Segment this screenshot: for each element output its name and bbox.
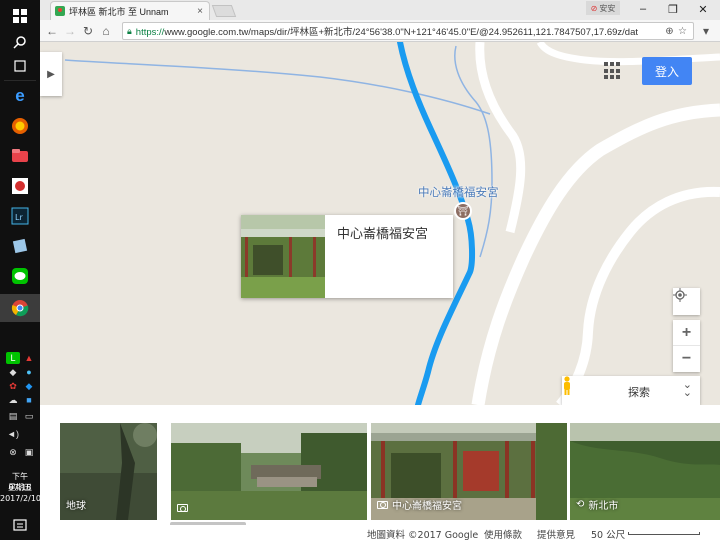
svg-text:Lr: Lr xyxy=(15,213,23,222)
browser-toolbar: ← → ↻ ⌂ 🔒︎ https://www.google.com.tw/map… xyxy=(40,20,720,42)
back-arrow-icon[interactable]: ← xyxy=(44,23,60,39)
google-apps-grid-icon[interactable] xyxy=(604,62,622,80)
my-location-icon xyxy=(673,288,687,302)
onedrive-tray-icon[interactable]: ■ xyxy=(22,394,36,406)
app-face-icon[interactable] xyxy=(8,174,32,198)
address-bar[interactable]: 🔒︎ https://www.google.com.tw/maps/dir/坪林… xyxy=(122,22,694,40)
extension-icon[interactable]: ▾ xyxy=(698,23,714,39)
photo-thumb-earth[interactable]: 地球 xyxy=(60,423,157,520)
chrome-taskbar-icon[interactable] xyxy=(0,294,40,322)
pdf-tray-icon[interactable]: ▲ xyxy=(22,352,36,364)
profile-icon: ⊘ xyxy=(590,3,598,13)
map-data-attribution[interactable]: 地圖資料 ©2017 Google xyxy=(367,527,478,540)
zoom-control: + − xyxy=(673,320,700,372)
explore-label: 探索 xyxy=(628,386,650,399)
place-photo[interactable] xyxy=(241,215,325,298)
title-bar: 坪林區 新北市 至 Unnam × ⊘ 安安 – ❐ ✕ xyxy=(40,0,720,20)
photo-strip: 地球 中心崙橋福安宮 ⟲ 新北市 xyxy=(40,405,720,527)
camera-icon xyxy=(177,504,188,512)
feedback-link[interactable]: 提供意見 xyxy=(537,527,575,540)
terms-link[interactable]: 使用條款 xyxy=(484,527,522,540)
bookmark-star-icon[interactable]: ☆ xyxy=(676,26,689,37)
chrome-window: 坪林區 新北市 至 Unnam × ⊘ 安安 – ❐ ✕ ← → ↻ ⌂ 🔒︎ … xyxy=(40,0,720,540)
url-text[interactable]: https://www.google.com.tw/maps/dir/坪林區+新… xyxy=(136,24,663,38)
360-photo-icon: ⟲ xyxy=(576,499,585,510)
tab-close-icon[interactable]: × xyxy=(195,6,205,17)
lightroom-icon[interactable]: Lr xyxy=(8,204,32,228)
reload-icon[interactable]: ↻ xyxy=(80,23,96,39)
maximize-button[interactable]: ❐ xyxy=(658,0,688,18)
browser-tab[interactable]: 坪林區 新北市 至 Unnam × xyxy=(50,1,210,20)
dropbox-tray-icon[interactable]: ◆ xyxy=(22,380,36,392)
photo-thumb-newtaipei[interactable]: ⟲ 新北市 xyxy=(570,423,720,520)
place-info-card[interactable]: 中心崙橋福安宮 xyxy=(241,215,453,298)
chat-tray-icon[interactable]: ● xyxy=(22,366,36,378)
app-red-folder-icon[interactable] xyxy=(8,144,32,168)
zoom-in-button[interactable]: + xyxy=(673,320,700,346)
profile-button[interactable]: ⊘ 安安 xyxy=(586,1,620,15)
google-maps-favicon-icon xyxy=(55,6,65,16)
photo-thumb-village[interactable] xyxy=(171,423,367,520)
volume-icon[interactable]: ◄) xyxy=(6,428,20,440)
windows-start-icon[interactable] xyxy=(8,4,32,28)
cloud-tray-icon[interactable]: ☁ xyxy=(6,394,20,406)
camera-icon xyxy=(377,500,388,509)
search-icon[interactable] xyxy=(8,30,32,54)
monitor-tray-icon[interactable]: ▭ xyxy=(22,410,36,422)
thumb-label-newtaipei: ⟲ 新北市 xyxy=(576,499,619,512)
home-icon[interactable]: ⌂ xyxy=(98,23,114,39)
clock-date: 2017/2/10 xyxy=(0,494,42,503)
tab-title: 坪林區 新北市 至 Unnam xyxy=(69,6,169,17)
temple-marker-icon[interactable]: ⛩︎ xyxy=(454,202,472,220)
explore-panel[interactable]: 探索 ⌄ ⌄ xyxy=(562,376,700,405)
firefox-icon[interactable] xyxy=(8,114,32,138)
forward-arrow-icon[interactable]: → xyxy=(62,23,78,39)
map-footer: 地圖資料 ©2017 Google 使用條款 提供意見 50 公尺 xyxy=(40,525,720,540)
thumb-label-temple: 中心崙橋福安宮 xyxy=(377,497,462,512)
place-label[interactable]: 中心崙橋福安宮 xyxy=(418,184,499,200)
input-method-icon[interactable]: ▣ xyxy=(22,446,36,458)
app-book-icon[interactable] xyxy=(8,234,32,258)
info-card-title: 中心崙橋福安宮 xyxy=(337,227,429,242)
sign-in-button[interactable]: 登入 xyxy=(642,57,692,85)
photo-thumb-temple[interactable]: 中心崙橋福安宮 xyxy=(371,423,567,520)
close-circle-tray-icon[interactable]: ⊗ xyxy=(6,446,20,458)
map-canvas[interactable]: ▶ 登入 中心崙橋福安宮 ⛩︎ 中心崙橋福安宮 + − 探索 ⌄ ⌄ xyxy=(40,42,720,405)
shield-tray-icon[interactable]: ◆ xyxy=(6,366,20,378)
chevron-down-icon[interactable]: ⌄ ⌄ xyxy=(683,380,692,399)
task-view-icon[interactable] xyxy=(8,54,32,78)
scale-bar xyxy=(628,532,700,535)
network-tray-icon[interactable]: ▤ xyxy=(6,410,20,422)
my-location-button[interactable] xyxy=(673,288,700,315)
lock-icon: 🔒︎ xyxy=(127,25,132,36)
line-tray-icon[interactable]: L xyxy=(6,352,20,364)
edge-browser-icon[interactable]: e xyxy=(8,84,32,108)
new-tab-button[interactable] xyxy=(211,5,237,17)
thumb-label-village xyxy=(177,504,192,512)
zoom-out-button[interactable]: − xyxy=(673,346,700,372)
profile-label: 安安 xyxy=(599,3,616,13)
line-app-icon[interactable] xyxy=(8,264,32,288)
minimize-button[interactable]: – xyxy=(628,0,658,18)
windows-taskbar: e Lr L ▲ ◆ ● ✿ ◆ ☁ ■ ▤ ▭ ◄) ⊗ ▣ 下午 07:18… xyxy=(0,0,42,540)
thumb-label-earth: 地球 xyxy=(66,501,86,512)
scale-label[interactable]: 50 公尺 xyxy=(591,527,625,540)
close-window-button[interactable]: ✕ xyxy=(688,0,718,18)
flower-tray-icon[interactable]: ✿ xyxy=(6,380,20,392)
action-center-icon[interactable] xyxy=(8,513,32,537)
screen: e Lr L ▲ ◆ ● ✿ ◆ ☁ ■ ▤ ▭ ◄) ⊗ ▣ 下午 07:18… xyxy=(0,0,720,540)
zoom-magnifier-icon[interactable]: ⊕ xyxy=(663,26,676,37)
pegman-icon[interactable] xyxy=(562,376,572,396)
clock-weekday: 星期五 xyxy=(8,483,32,492)
taskbar-divider xyxy=(4,80,36,81)
expand-panel-button[interactable]: ▶ xyxy=(40,52,62,96)
